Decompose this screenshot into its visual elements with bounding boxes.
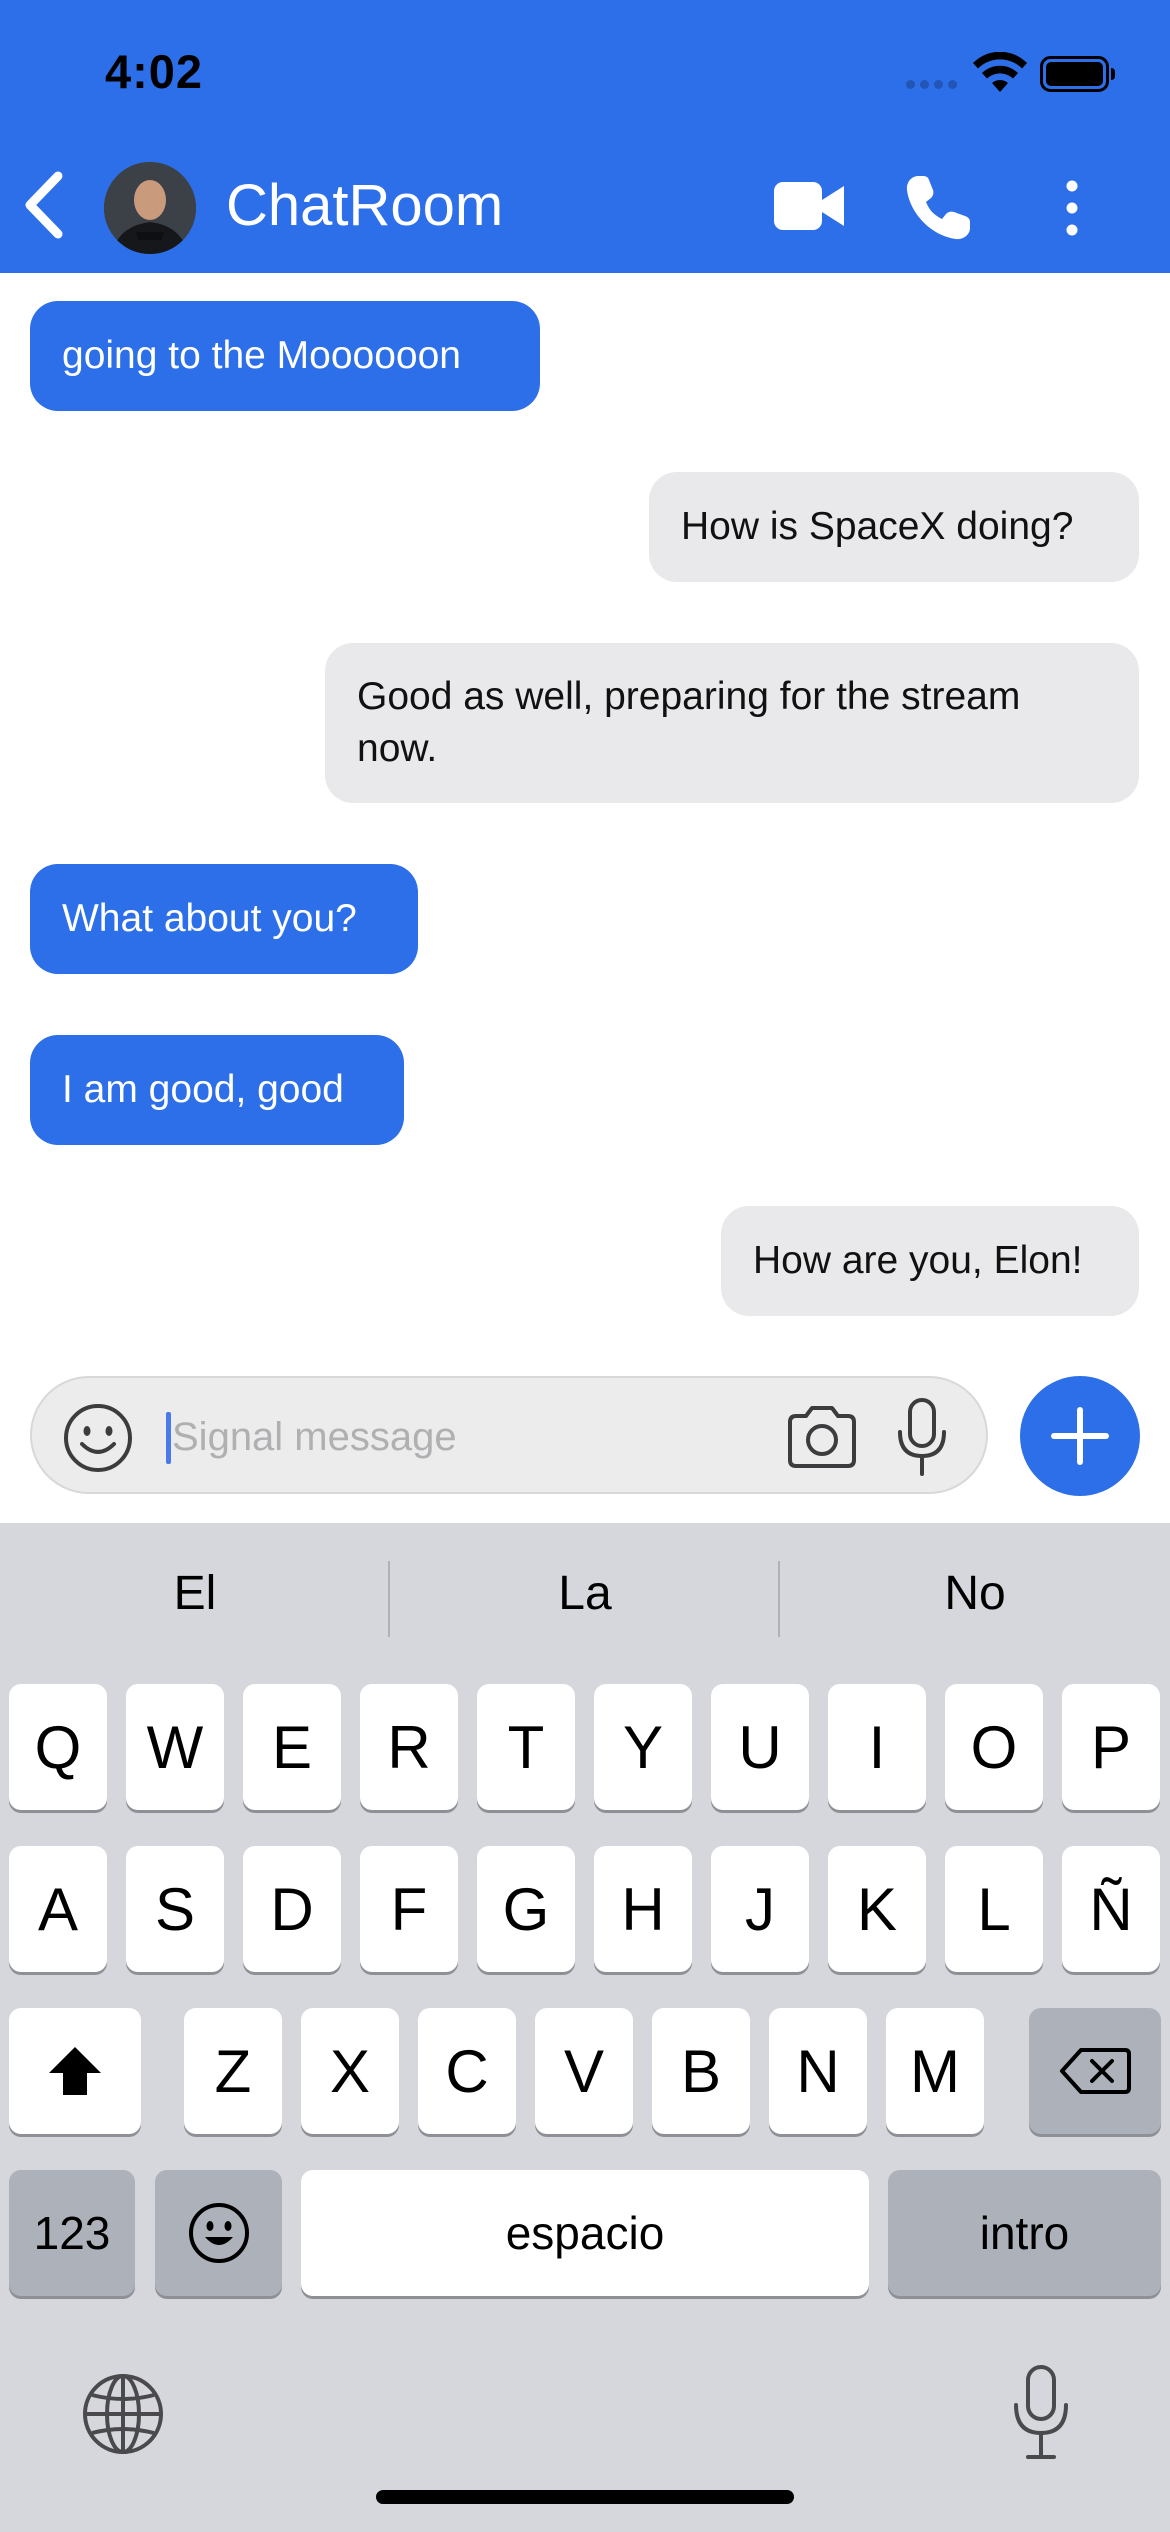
- key[interactable]: V: [535, 2008, 633, 2134]
- wifi-icon: [973, 52, 1027, 92]
- phone-icon[interactable]: [902, 172, 974, 244]
- key[interactable]: E: [243, 1684, 341, 1810]
- message-input[interactable]: [172, 1404, 772, 1470]
- key[interactable]: O: [945, 1684, 1043, 1810]
- key[interactable]: Ñ: [1062, 1846, 1160, 1972]
- back-button[interactable]: [18, 168, 74, 242]
- more-vertical-icon[interactable]: [1056, 176, 1088, 240]
- message-bubble-outgoing[interactable]: How are you, Elon!: [721, 1206, 1139, 1316]
- cellular-signal-icon: [906, 80, 958, 90]
- message-text: I am good, good: [62, 1068, 344, 1111]
- message-composer: [30, 1376, 988, 1494]
- home-indicator[interactable]: [376, 2490, 794, 2504]
- keyboard: El La No Q W E R T Y U I O P A S D F G H…: [0, 1523, 1170, 2532]
- status-time: 4:02: [105, 45, 204, 98]
- key[interactable]: L: [945, 1846, 1043, 1972]
- key[interactable]: R: [360, 1684, 458, 1810]
- key[interactable]: M: [886, 2008, 984, 2134]
- message-text: going to the Moooooon: [62, 334, 461, 377]
- key[interactable]: J: [711, 1846, 809, 1972]
- key[interactable]: S: [126, 1846, 224, 1972]
- suggestion-3[interactable]: No: [780, 1523, 1170, 1663]
- delete-key[interactable]: [1029, 2008, 1161, 2134]
- dictation-microphone-icon[interactable]: [1010, 2363, 1072, 2463]
- key[interactable]: F: [360, 1846, 458, 1972]
- message-bubble-incoming[interactable]: going to the Moooooon: [30, 301, 540, 411]
- camera-icon[interactable]: [784, 1404, 860, 1470]
- emoji-icon: [188, 2203, 249, 2263]
- suggestion-2[interactable]: La: [390, 1523, 780, 1663]
- key[interactable]: X: [301, 2008, 399, 2134]
- numbers-key[interactable]: 123: [9, 2170, 135, 2296]
- space-key[interactable]: espacio: [301, 2170, 869, 2296]
- suggestion-1[interactable]: El: [0, 1523, 390, 1663]
- key[interactable]: Y: [594, 1684, 692, 1810]
- key[interactable]: P: [1062, 1684, 1160, 1810]
- backspace-icon: [1060, 2048, 1131, 2094]
- message-text: How is SpaceX doing?: [681, 505, 1074, 548]
- message-bubble-incoming[interactable]: I am good, good: [30, 1035, 404, 1145]
- emoji-icon[interactable]: [62, 1402, 134, 1474]
- chat-header: 4:02 ChatRoom: [0, 0, 1170, 273]
- emoji-key[interactable]: [155, 2170, 282, 2296]
- chat-title[interactable]: ChatRoom: [226, 172, 503, 239]
- key[interactable]: K: [828, 1846, 926, 1972]
- shift-icon: [49, 2047, 101, 2095]
- message-bubble-outgoing[interactable]: How is SpaceX doing?: [649, 472, 1139, 582]
- globe-icon[interactable]: [80, 2371, 166, 2457]
- key[interactable]: D: [243, 1846, 341, 1972]
- key[interactable]: I: [828, 1684, 926, 1810]
- shift-key[interactable]: [9, 2008, 141, 2134]
- key[interactable]: W: [126, 1684, 224, 1810]
- microphone-icon[interactable]: [894, 1396, 950, 1478]
- text-cursor: [166, 1412, 171, 1464]
- key[interactable]: Q: [9, 1684, 107, 1810]
- key[interactable]: H: [594, 1846, 692, 1972]
- message-text: What about you?: [62, 897, 357, 940]
- key[interactable]: Z: [184, 2008, 282, 2134]
- avatar[interactable]: [104, 162, 196, 254]
- key[interactable]: C: [418, 2008, 516, 2134]
- plus-icon: [1051, 1407, 1109, 1465]
- video-camera-icon[interactable]: [772, 176, 846, 236]
- message-bubble-incoming[interactable]: What about you?: [30, 864, 418, 974]
- message-text: How are you, Elon!: [753, 1239, 1083, 1282]
- key[interactable]: U: [711, 1684, 809, 1810]
- key[interactable]: B: [652, 2008, 750, 2134]
- message-text: Good as well, preparing for the stream n…: [357, 675, 1021, 770]
- return-key[interactable]: intro: [888, 2170, 1161, 2296]
- key[interactable]: A: [9, 1846, 107, 1972]
- key[interactable]: T: [477, 1684, 575, 1810]
- battery-icon: [1040, 56, 1115, 92]
- key[interactable]: N: [769, 2008, 867, 2134]
- message-bubble-outgoing[interactable]: Good as well, preparing for the stream n…: [325, 643, 1139, 803]
- key[interactable]: G: [477, 1846, 575, 1972]
- add-attachment-button[interactable]: [1020, 1376, 1140, 1496]
